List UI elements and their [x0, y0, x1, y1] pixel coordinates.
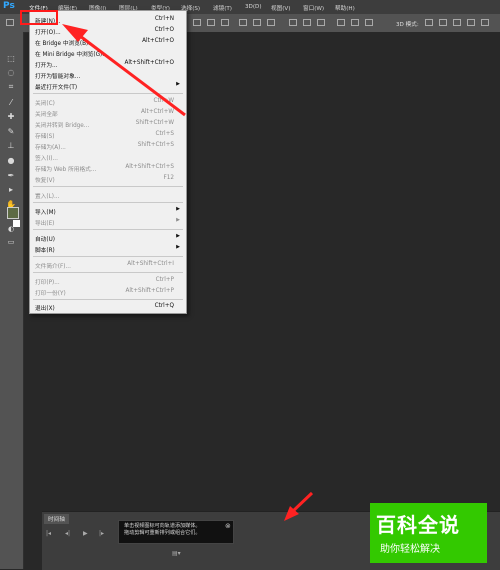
arrow-to-timeline: [284, 491, 314, 521]
watermark-title: 百科全说: [376, 513, 460, 537]
arrow-to-new-item: [62, 24, 186, 117]
watermark-slogan: 助你轻松解决: [380, 544, 440, 555]
annotation-arrows: [62, 24, 314, 521]
